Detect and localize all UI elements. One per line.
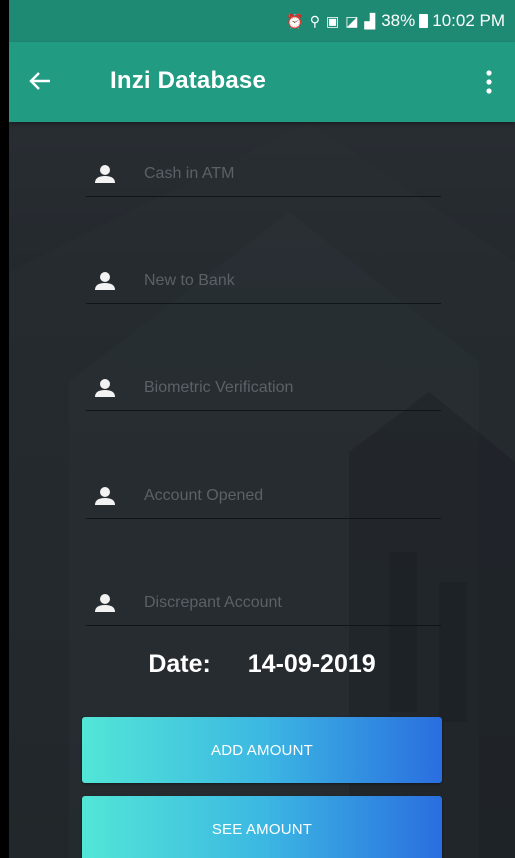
account-opened-field [86,474,441,519]
status-bar: ⏰ ⚲ ▣ ◪ ▟ 38% 10:02 PM [9,0,515,42]
biometric-verification-field [86,366,441,411]
person-icon [95,272,115,290]
see-amount-button[interactable]: SEE AMOUNT [82,796,442,858]
account-opened-input[interactable] [144,480,434,512]
new-to-bank-input[interactable] [144,265,434,297]
person-icon [95,487,115,505]
notification-icon: ▣ [325,12,340,29]
battery-percent: 38% [381,11,416,30]
biometric-verification-input[interactable] [144,372,434,404]
page-title: Inzi Database [110,67,266,94]
new-to-bank-field [86,259,441,304]
signal-icon: ▟ [364,12,376,29]
app-toolbar: Inzi Database [9,42,515,122]
date-row: Date: 14-09-2019 [9,650,515,679]
person-icon [95,379,115,397]
cash-in-atm-field [86,152,441,197]
arrow-left-icon[interactable] [25,66,55,96]
discrepant-account-input[interactable] [144,587,434,619]
person-icon [95,594,115,612]
date-value: 14-09-2019 [247,650,376,678]
app-screen: ⏰ ⚲ ▣ ◪ ▟ 38% 10:02 PM Inzi Database Cas… [9,0,515,858]
battery-icon [419,14,429,28]
more-vertical-icon[interactable] [481,68,497,96]
image-icon: ◪ [345,12,359,29]
alarm-icon: ⏰ [286,12,304,29]
status-icons: ⏰ ⚲ ▣ ◪ ▟ [286,13,375,30]
discrepant-account-field [86,581,441,626]
person-icon [95,165,115,183]
add-amount-button[interactable]: ADD AMOUNT [82,717,442,783]
wifi-icon: ⚲ [309,12,320,29]
status-time: 10:02 PM [432,11,505,30]
date-label: Date: [148,650,211,678]
cash-in-atm-input[interactable] [144,158,434,190]
